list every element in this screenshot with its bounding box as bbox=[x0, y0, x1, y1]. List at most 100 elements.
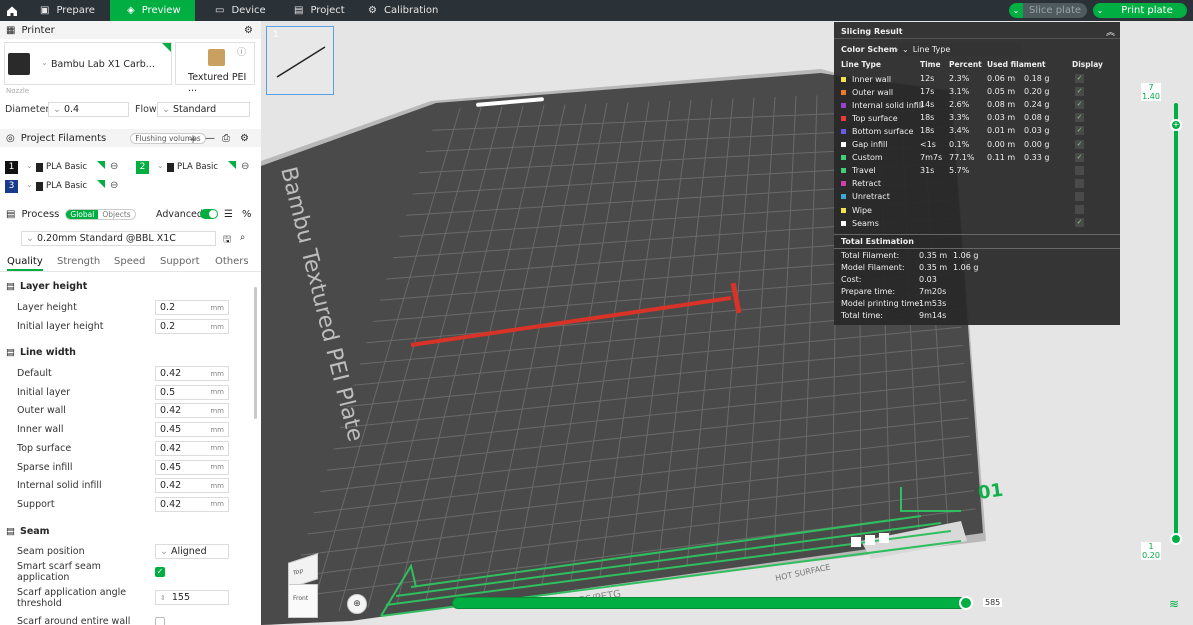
tab-quality[interactable]: Quality bbox=[7, 256, 43, 271]
color-swatch bbox=[841, 155, 846, 161]
top-bar: ▣ Prepare ◈ Preview ▭ Device ▤ Project ⚙ Cali… bbox=[0, 0, 1193, 21]
remove-filament-icon[interactable]: ⊖ bbox=[110, 161, 118, 172]
diameter-select[interactable]: ⌄ 0.4 bbox=[48, 102, 129, 117]
color-swatch bbox=[841, 102, 846, 108]
layer-top-thumb[interactable]: + bbox=[1170, 119, 1182, 131]
search-icon[interactable]: ⌕ bbox=[240, 232, 245, 243]
chevron-down-icon: ⌄ bbox=[26, 233, 34, 244]
percent-icon[interactable]: % bbox=[242, 209, 252, 220]
display-checkbox[interactable]: ✓ bbox=[1075, 126, 1084, 136]
setting-input[interactable]: 0.42 mm bbox=[155, 496, 229, 512]
add-icon[interactable]: ＋ bbox=[188, 131, 198, 146]
home-icon[interactable] bbox=[0, 0, 24, 21]
display-checkbox[interactable]: ✓ bbox=[1075, 139, 1084, 149]
tab-preview[interactable]: ◈ Preview bbox=[110, 0, 195, 21]
color-scheme-select[interactable]: ⌄ Line Type bbox=[898, 43, 1022, 56]
plate-preview-icon bbox=[276, 46, 326, 78]
process-icon: ▤ bbox=[6, 208, 16, 220]
scarf-around-checkbox[interactable] bbox=[155, 617, 165, 625]
remove-filament-icon[interactable]: ⊖ bbox=[110, 180, 118, 191]
setting-input[interactable]: 0.42 mm bbox=[155, 440, 229, 456]
display-checkbox[interactable] bbox=[1075, 205, 1084, 214]
advanced-toggle[interactable] bbox=[200, 209, 218, 219]
smart-scarf-checkbox[interactable]: ✓ bbox=[155, 567, 165, 577]
display-checkbox[interactable] bbox=[1075, 165, 1084, 175]
printer-thumbnail-icon bbox=[8, 53, 30, 75]
setting-input[interactable]: 0.45 mm bbox=[155, 422, 229, 438]
color-swatch bbox=[841, 168, 846, 174]
layer-bottom-thumb[interactable] bbox=[1170, 533, 1182, 545]
chevron-down-icon[interactable]: ⌄ bbox=[1009, 3, 1023, 18]
tab-strength[interactable]: Strength bbox=[57, 256, 100, 267]
remove-filament-icon[interactable]: ⊖ bbox=[241, 161, 249, 172]
setting-input[interactable]: 0.42 mm bbox=[155, 403, 229, 419]
scarf-angle-stepper[interactable]: ⇕ 155 bbox=[155, 590, 229, 605]
tab-others[interactable]: Others bbox=[215, 256, 249, 267]
preview-icon: ◈ bbox=[127, 5, 135, 16]
global-toggle[interactable]: Global Objects bbox=[65, 208, 136, 220]
display-checkbox[interactable]: ✓ bbox=[1075, 100, 1084, 110]
project-filaments-header: ◎ Project Filaments Flushing volumes ＋ —… bbox=[0, 129, 261, 147]
tab-calibration[interactable]: ⚙ Calibration bbox=[358, 0, 458, 21]
filament-spool-icon bbox=[167, 163, 174, 172]
tab-support[interactable]: Support bbox=[160, 256, 200, 267]
flow-select[interactable]: ⌄ Standard bbox=[157, 102, 250, 117]
tab-prepare[interactable]: ▣ Prepare bbox=[24, 0, 110, 21]
tab-speed[interactable]: Speed bbox=[114, 256, 145, 267]
line-type-row: Unretract bbox=[841, 191, 890, 203]
save-icon[interactable]: 🖫 bbox=[223, 232, 231, 248]
filament-item[interactable]: 3 ⌄ PLA Basic ⊖ bbox=[4, 180, 129, 194]
gear-icon[interactable]: ⚙ bbox=[240, 133, 249, 144]
display-checkbox[interactable]: ✓ bbox=[1075, 87, 1084, 97]
slice-plate-button[interactable]: ⌄ Slice plate bbox=[1009, 3, 1087, 18]
printer-header: ▦ Printer ⚙ bbox=[0, 21, 261, 39]
tab-device[interactable]: ▭ Device bbox=[195, 0, 280, 21]
display-checkbox[interactable] bbox=[1075, 191, 1084, 201]
process-preset-select[interactable]: ⌄ 0.20mm Standard @BBL X1C bbox=[21, 231, 216, 246]
setting-input[interactable]: 0.2 mm bbox=[155, 300, 229, 315]
list-icon[interactable]: ☰ bbox=[224, 209, 233, 220]
scrollbar[interactable] bbox=[254, 287, 257, 419]
filament-item[interactable]: 1 ⌄ PLA Basic ⊖ bbox=[4, 161, 129, 175]
move-slider[interactable] bbox=[452, 597, 970, 609]
chevron-down-icon[interactable]: ⌄ bbox=[1093, 3, 1107, 18]
display-checkbox[interactable]: ✓ bbox=[1075, 218, 1084, 228]
display-checkbox[interactable]: ✓ bbox=[1075, 74, 1084, 83]
info-icon[interactable]: ⓘ bbox=[237, 45, 246, 58]
filament-item[interactable]: 2 ⌄ PLA Basic ⊖ bbox=[135, 161, 260, 175]
plate-index-label: 01 bbox=[977, 480, 1005, 504]
layer-slider-track[interactable] bbox=[1174, 103, 1178, 541]
setting-input[interactable]: 0.42 mm bbox=[155, 478, 229, 494]
display-checkbox[interactable]: ✓ bbox=[1075, 113, 1084, 123]
printer-selector[interactable]: ⌄ Bambu Lab X1 Carb... bbox=[4, 42, 172, 85]
view-cube[interactable]: Top Front bbox=[274, 553, 322, 620]
fit-view-button[interactable]: ⊕ bbox=[347, 594, 367, 614]
layer-height-group: ▤ Layer height bbox=[6, 281, 88, 292]
seam-group: ▤ Seam bbox=[6, 526, 50, 537]
setting-input[interactable]: 0.42 mm bbox=[155, 366, 229, 381]
setting-input[interactable]: 0.5 mm bbox=[155, 384, 229, 400]
display-checkbox[interactable]: ✓ bbox=[1075, 152, 1084, 162]
color-swatch bbox=[841, 89, 846, 95]
move-slider-thumb[interactable] bbox=[959, 596, 973, 610]
process-header: ▤ Process Global Objects Advanced ☰ % bbox=[0, 205, 261, 223]
remove-icon[interactable]: — bbox=[205, 133, 215, 144]
plate-thumbnail[interactable]: 1 bbox=[266, 26, 334, 95]
chevron-down-icon: ⌄ bbox=[41, 58, 48, 67]
line-type-row: Gap infill bbox=[841, 139, 888, 151]
gear-icon[interactable]: ⚙ bbox=[244, 25, 253, 36]
plate-selector[interactable]: ⓘ Textured PEI ... bbox=[175, 42, 255, 94]
setting-input[interactable]: 0.45 mm bbox=[155, 459, 229, 475]
print-plate-button[interactable]: ⌄ Print plate bbox=[1093, 3, 1187, 18]
line-width-icon: ▤ bbox=[6, 347, 15, 358]
line-type-row: Seams bbox=[841, 217, 879, 229]
tab-project[interactable]: ▤ Project bbox=[280, 0, 358, 21]
collapse-icon[interactable]: ︽ bbox=[1106, 25, 1115, 38]
sync-icon[interactable]: ⎙ bbox=[222, 133, 230, 144]
layers-icon[interactable]: ≋ bbox=[1169, 597, 1179, 611]
setting-input[interactable]: 0.2 mm bbox=[155, 319, 229, 334]
display-checkbox[interactable] bbox=[1075, 178, 1084, 188]
chevron-down-icon: ⌄ bbox=[53, 104, 61, 115]
view-cube-front-face[interactable]: Front bbox=[288, 584, 318, 618]
seam-position-select[interactable]: ⌄ Aligned bbox=[155, 544, 229, 559]
